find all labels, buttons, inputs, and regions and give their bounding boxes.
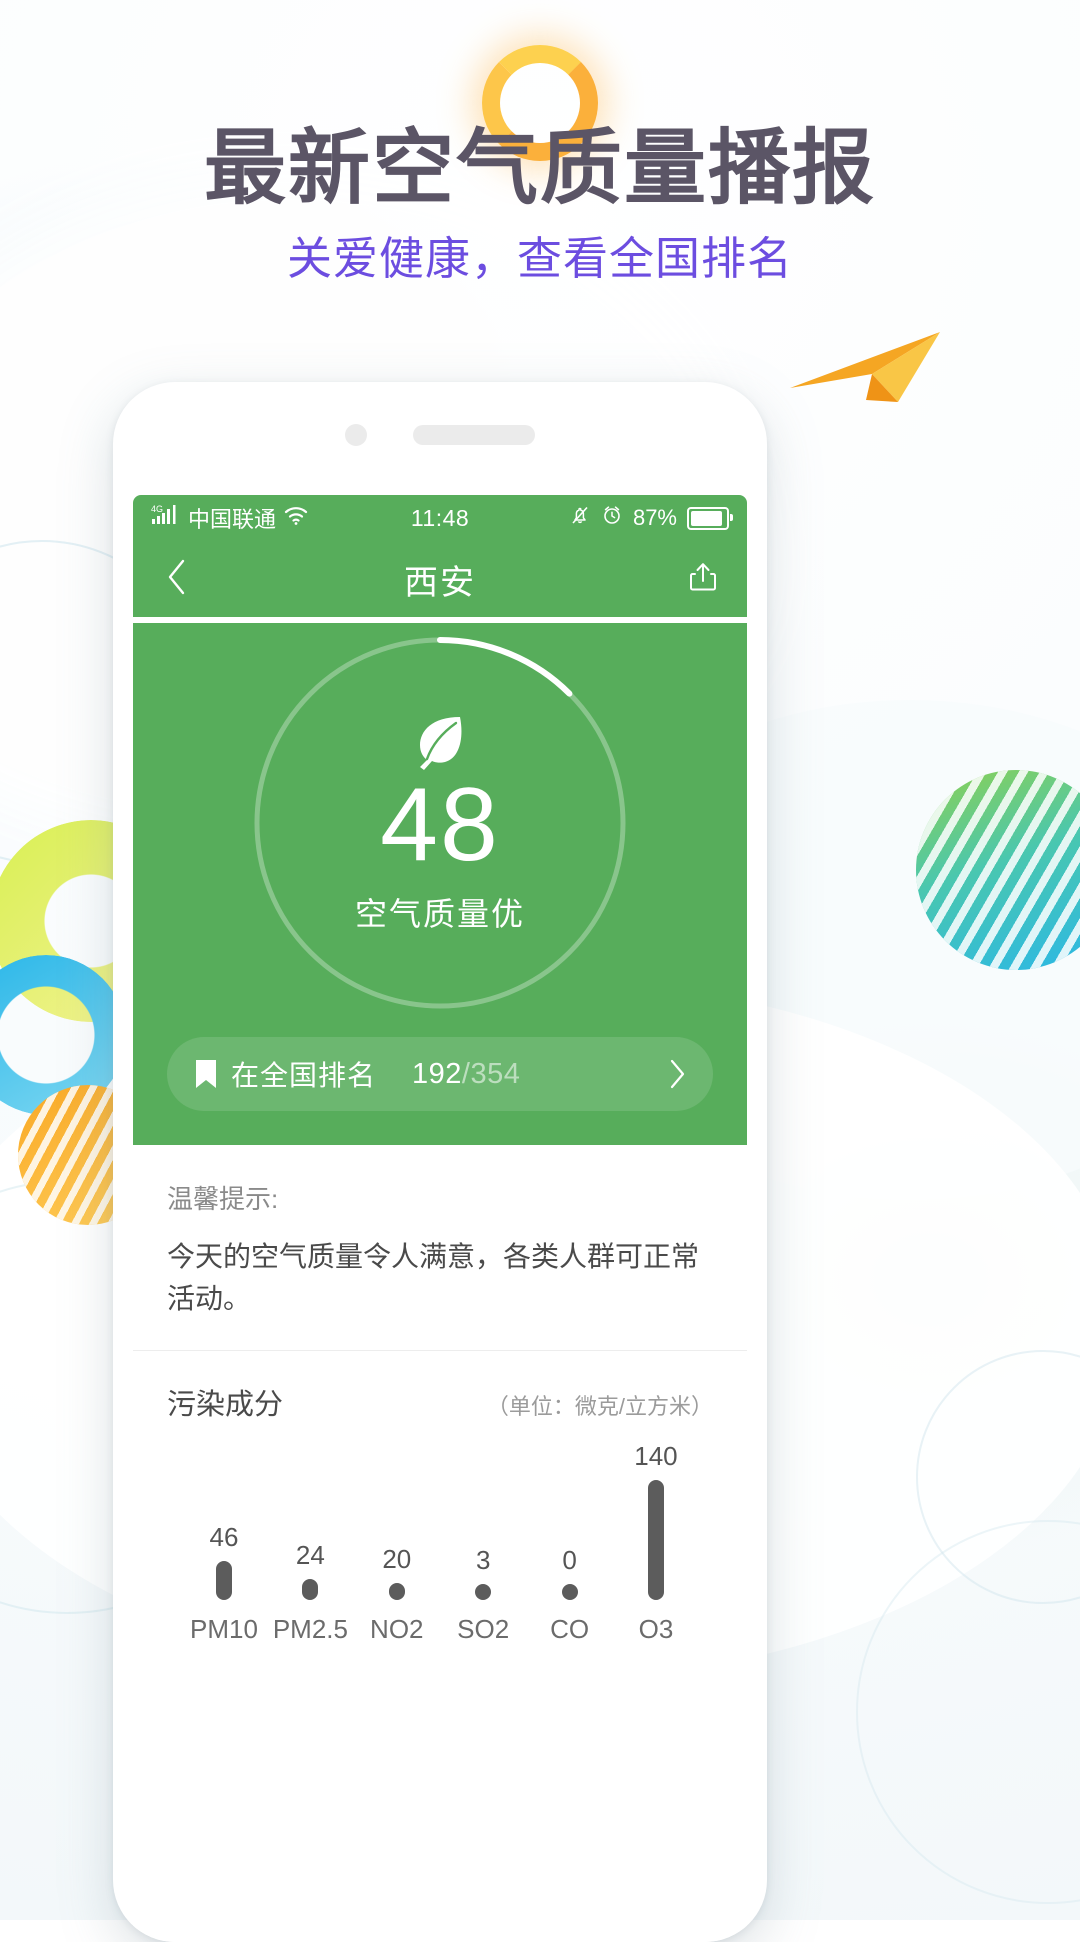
aqi-level-label: 空气质量优 bbox=[354, 896, 525, 932]
front-camera-icon bbox=[345, 424, 367, 446]
pollutant-column: 140 O3 bbox=[613, 1441, 699, 1645]
pollutant-value: 0 bbox=[562, 1545, 577, 1575]
pollution-header: 污染成分 （单位：微克/立方米） bbox=[167, 1381, 713, 1423]
alarm-clock-icon bbox=[601, 504, 623, 532]
carrier-label: 中国联通 bbox=[188, 507, 277, 532]
status-bar-right: 87% bbox=[569, 504, 733, 532]
pollutant-column: 0 CO bbox=[527, 1545, 613, 1645]
pollution-card: 污染成分 （单位：微克/立方米） 46 PM10 24 PM2.5 20 NO2 3 SO2 0… bbox=[133, 1351, 747, 1655]
pollutant-value: 140 bbox=[634, 1441, 678, 1471]
tips-card: 温馨提示: 今天的空气质量令人满意，各类人群可正常活动。 bbox=[133, 1145, 747, 1351]
promo-text-block: 最新空气质量播报 关爱健康，查看全国排名 bbox=[0, 123, 1080, 284]
pollutant-bar bbox=[388, 1583, 405, 1600]
status-bar-left: 4G 中国联通 bbox=[151, 502, 309, 534]
aqi-hero-panel: 48 空气质量优 在全国排名 192/354 bbox=[133, 623, 747, 1145]
tips-title: 温馨提示: bbox=[167, 1184, 279, 1214]
pollutant-column: 3 SO2 bbox=[440, 1545, 526, 1645]
pollutant-label: PM2.5 bbox=[272, 1614, 348, 1644]
city-title: 西安 bbox=[404, 563, 476, 602]
pollutant-label: O3 bbox=[638, 1614, 674, 1644]
pollutant-bar bbox=[561, 1584, 578, 1600]
page-title: 最新空气质量播报 bbox=[203, 123, 876, 214]
national-rank-label: 在全国排名 bbox=[231, 1060, 377, 1091]
pollutant-value: 20 bbox=[382, 1544, 412, 1574]
pollutant-bar bbox=[647, 1480, 664, 1600]
phone-notch bbox=[113, 418, 767, 452]
pollution-title: 污染成分 bbox=[167, 1389, 284, 1421]
pollutant-label: PM10 bbox=[190, 1614, 258, 1644]
aqi-value: 48 bbox=[380, 767, 500, 883]
pollutant-bar bbox=[302, 1579, 319, 1600]
rank-numerator: 192 bbox=[412, 1057, 462, 1090]
pollutant-column: 46 PM10 bbox=[181, 1522, 267, 1645]
pollutant-bar bbox=[216, 1561, 232, 1600]
pollutant-value: 24 bbox=[295, 1540, 325, 1570]
pollutant-column: 24 PM2.5 bbox=[267, 1540, 353, 1645]
page-subtitle: 关爱健康，查看全国排名 bbox=[286, 233, 793, 284]
battery-percent-label: 87% bbox=[632, 505, 677, 530]
rank-denominator: 354 bbox=[470, 1057, 521, 1090]
bg-circle-striped-right bbox=[916, 770, 1080, 970]
aqi-gauge: 48 空气质量优 bbox=[240, 623, 640, 1023]
status-bar: 4G 中国联通 11:48 87% bbox=[133, 495, 747, 541]
svg-text:4G: 4G bbox=[151, 504, 163, 514]
chevron-left-icon bbox=[165, 558, 189, 601]
chevron-right-icon[interactable] bbox=[667, 1058, 687, 1090]
national-rank-row[interactable]: 在全国排名 192/354 bbox=[167, 1037, 713, 1111]
battery-icon bbox=[687, 506, 733, 530]
pollution-bar-chart: 46 PM10 24 PM2.5 20 NO2 3 SO2 0 CO 140 O3 bbox=[167, 1423, 713, 1645]
share-button[interactable] bbox=[681, 557, 725, 601]
pollutant-value: 46 bbox=[209, 1522, 239, 1552]
pollutant-value: 3 bbox=[475, 1545, 491, 1575]
back-button[interactable] bbox=[155, 557, 199, 601]
pollutant-label: SO2 bbox=[457, 1614, 510, 1644]
wifi-icon bbox=[283, 504, 309, 532]
pollutant-column: 20 NO2 bbox=[354, 1544, 440, 1645]
pollutant-bar bbox=[475, 1584, 492, 1600]
bell-muted-icon bbox=[569, 504, 591, 532]
paper-plane-icon bbox=[780, 330, 950, 440]
tips-body: 今天的空气质量令人满意，各类人群可正常活动。 bbox=[167, 1241, 700, 1314]
nav-bar: 西安 bbox=[133, 541, 747, 617]
share-icon bbox=[686, 560, 720, 599]
aqi-gauge-content: 48 空气质量优 bbox=[240, 623, 640, 1023]
phone-mockup: 4G 中国联通 11:48 87% 西安 48 空气质量优 在全国排名 192/… bbox=[113, 382, 767, 1942]
pollution-unit: （单位：微克/立方米） bbox=[486, 1394, 713, 1419]
pollutant-label: NO2 bbox=[370, 1614, 424, 1644]
earpiece-speaker bbox=[413, 425, 535, 445]
pollutant-label: CO bbox=[550, 1614, 590, 1644]
phone-screen: 4G 中国联通 11:48 87% 西安 48 空气质量优 在全国排名 192/… bbox=[133, 495, 747, 1942]
signal-bars-icon: 4G bbox=[151, 503, 181, 533]
national-rank-value: 192/354 bbox=[412, 1058, 520, 1091]
bookmark-icon bbox=[193, 1058, 219, 1090]
leaf-icon bbox=[412, 711, 468, 771]
